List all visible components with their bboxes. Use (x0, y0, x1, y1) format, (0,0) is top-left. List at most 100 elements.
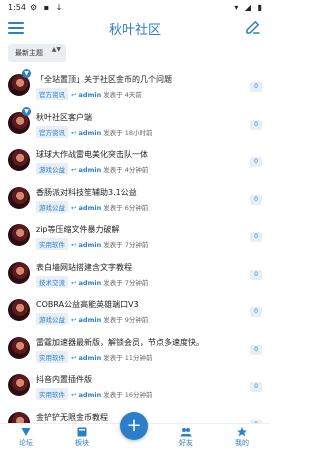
avatar[interactable] (8, 261, 30, 284)
topic-row[interactable]: 香肠派对科技笙辅助3.1公益 游戏公益 ↩ admin 发表于 6分钟前 0 (0, 181, 270, 219)
topic-title[interactable]: 抖音内置插件版 (36, 374, 92, 385)
topic-title[interactable]: 秋叶社区客户端 (36, 112, 92, 123)
author-name[interactable]: admin (79, 129, 102, 137)
reply-icon: ↩ (71, 166, 77, 174)
edit-icon[interactable] (244, 18, 262, 36)
topic-meta: 游戏公益 ↩ admin 发表于 4分钟前 (36, 163, 148, 175)
category-badge[interactable]: 游戏公益 (36, 200, 68, 213)
reply-count-badge: 0 (250, 269, 262, 280)
author-name[interactable]: admin (79, 316, 102, 324)
post-time: 发表于 4分钟前 (103, 166, 149, 174)
post-time: 发表于 6分钟前 (103, 203, 149, 212)
topic-meta: 官方资讯 ↩ admin 发表于 18小时前 (36, 125, 153, 138)
star-icon (237, 427, 247, 437)
author-name[interactable]: admin (79, 391, 102, 399)
page-title: 秋叶社区 (108, 23, 161, 38)
friends-icon (180, 428, 192, 437)
tab-friends[interactable]: 好友 (166, 426, 206, 448)
reply-count-badge: 0 (250, 119, 262, 130)
topic-title[interactable]: 金铲铲无限金币教程 (36, 412, 108, 423)
post-time: 发表于 16分钟前 (103, 391, 153, 399)
category-badge[interactable]: 游戏公益 (36, 313, 68, 325)
app-bar: 秋叶社区 (0, 16, 270, 38)
post-time: 发表于 11分钟前 (103, 353, 153, 362)
topic-row[interactable]: 雷霆加速器最新版，解锁会员，节点多速度快。 实用软件 ↩ admin 发表于 11分钟… (0, 331, 270, 369)
author-name[interactable]: admin (79, 166, 102, 174)
avatar[interactable] (8, 224, 30, 246)
reply-icon: ↩ (71, 391, 77, 399)
reply-count-badge: 0 (250, 157, 262, 167)
sort-dropdown[interactable]: 最新主题 ▲▼ (8, 44, 66, 62)
topic-row[interactable]: 表白墙网站搭建含文字教程 技术交流 ↩ admin 发表于 7分钟前 0 (0, 256, 270, 294)
category-badge[interactable]: 实用软件 (36, 238, 68, 250)
reply-icon: ↩ (71, 203, 77, 212)
reply-icon: ↩ (71, 241, 77, 249)
topic-meta: 游戏公益 ↩ admin 发表于 6分钟前 (36, 200, 149, 213)
tab-sections[interactable]: 板块 (62, 426, 102, 448)
topic-row[interactable]: ▼ 「全站置顶」关于社区金币的几个问题 官方资讯 ↩ admin 发表于 4天前 0 (0, 68, 270, 106)
reply-count-badge: 0 (250, 307, 262, 317)
pin-icon: ▼ (22, 106, 31, 116)
topic-title[interactable]: COBRA公益高能英雄端口V3 (36, 299, 139, 310)
topic-meta: 官方资讯 ↩ admin 发表于 4天前 (36, 88, 142, 100)
author-name[interactable]: admin (79, 91, 102, 99)
reply-icon: ↩ (71, 278, 77, 287)
topic-meta: 实用软件 ↩ admin 发表于 11分钟前 (36, 350, 153, 363)
pin-icon: ▼ (22, 69, 31, 78)
topic-row[interactable]: ▼ 秋叶社区客户端 官方资讯 ↩ admin 发表于 18小时前 0 (0, 106, 270, 144)
post-time: 发表于 7分钟前 (103, 278, 149, 287)
topic-title[interactable]: 表白墙网站搭建含文字教程 (36, 262, 132, 273)
bottom-tab-bar: 论坛 板块 + 好友 我的 (0, 412, 270, 450)
post-time: 发表于 4天前 (103, 91, 142, 99)
reply-icon: ↩ (71, 128, 77, 137)
topic-title[interactable]: zip等压缩文件暴力破解 (36, 224, 120, 235)
avatar[interactable] (8, 186, 30, 209)
reply-count-badge: 0 (250, 232, 262, 242)
avatar[interactable] (8, 149, 30, 171)
topic-row[interactable]: zip等压缩文件暴力破解 实用软件 ↩ admin 发表于 7分钟前 0 (0, 218, 270, 256)
author-name[interactable]: admin (79, 279, 102, 287)
category-badge[interactable]: 实用软件 (36, 388, 68, 400)
topic-title[interactable]: 香肠派对科技笙辅助3.1公益 (36, 187, 137, 198)
topic-list: ▼ 「全站置顶」关于社区金币的几个问题 官方资讯 ↩ admin 发表于 4天前 0 ▼ 秋叶… (0, 68, 270, 443)
topic-title[interactable]: 雷霆加速器最新版，解锁会员，节点多速度快。 (36, 337, 204, 348)
avatar[interactable] (8, 299, 30, 321)
author-name[interactable]: admin (79, 241, 102, 249)
forum-icon (21, 428, 31, 436)
tab-forum[interactable]: 论坛 (6, 426, 46, 448)
avatar[interactable] (8, 374, 30, 396)
tab-mine-label: 我的 (235, 439, 249, 447)
topic-title[interactable]: 球球大作战雷电美化突击队一体 (36, 149, 148, 160)
post-time: 发表于 7分钟前 (103, 241, 149, 249)
author-name[interactable]: admin (79, 354, 102, 362)
category-badge[interactable]: 技术交流 (36, 275, 68, 288)
tab-sections-label: 板块 (75, 439, 89, 447)
post-time: 发表于 18小时前 (103, 128, 153, 137)
topic-row[interactable]: 抖音内置插件版 实用软件 ↩ admin 发表于 16分钟前 0 (0, 368, 270, 406)
topic-meta: 实用软件 ↩ admin 发表于 16分钟前 (36, 388, 153, 400)
category-badge[interactable]: 官方资讯 (36, 125, 68, 138)
sort-label: 最新主题 (15, 49, 43, 57)
topic-row[interactable]: 球球大作战雷电美化突击队一体 游戏公益 ↩ admin 发表于 4分钟前 0 (0, 143, 270, 181)
sections-icon (77, 427, 87, 437)
author-name[interactable]: admin (79, 204, 102, 212)
filter-bar: 最新主题 ▲▼ (0, 38, 270, 66)
tab-mine[interactable]: 我的 (222, 426, 262, 448)
status-bar: 1:54 ⚙ ▪ ↓ ▾ ◢ ▮ (0, 0, 270, 16)
topic-meta: 实用软件 ↩ admin 发表于 7分钟前 (36, 238, 148, 250)
new-post-button[interactable]: + (120, 412, 148, 440)
category-badge[interactable]: 实用软件 (36, 350, 68, 363)
category-badge[interactable]: 游戏公益 (36, 163, 68, 175)
avatar[interactable] (8, 336, 30, 359)
topic-title[interactable]: 「全站置顶」关于社区金币的几个问题 (36, 74, 172, 85)
tab-friends-label: 好友 (179, 439, 193, 447)
post-time: 发表于 9分钟前 (103, 316, 149, 324)
reply-icon: ↩ (71, 353, 77, 362)
topic-meta: 游戏公益 ↩ admin 发表于 9分钟前 (36, 313, 148, 325)
category-badge[interactable]: 官方资讯 (36, 88, 68, 100)
reply-icon: ↩ (71, 91, 77, 99)
topic-meta: 技术交流 ↩ admin 发表于 7分钟前 (36, 275, 149, 288)
topic-row[interactable]: COBRA公益高能英雄端口V3 游戏公益 ↩ admin 发表于 9分钟前 0 (0, 293, 270, 331)
status-time: 1:54 (8, 3, 26, 12)
tab-forum-label: 论坛 (19, 439, 33, 447)
